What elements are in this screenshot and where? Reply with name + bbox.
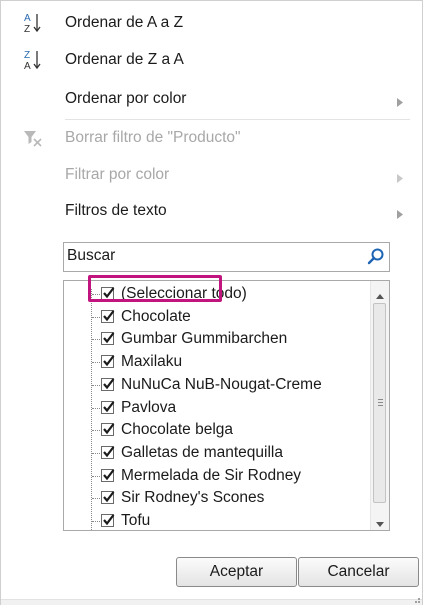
- checkmark-icon: [103, 491, 115, 503]
- item-checkbox[interactable]: [101, 468, 115, 482]
- svg-text:A: A: [24, 13, 31, 24]
- checkmark-icon: [103, 468, 115, 480]
- checkmark-icon: [103, 400, 115, 412]
- list-scrollbar[interactable]: [370, 281, 389, 530]
- list-item-label: Chocolate belga: [121, 421, 234, 439]
- svg-text:Z: Z: [24, 50, 30, 61]
- list-item[interactable]: Gumbar Gummibarchen: [64, 328, 364, 351]
- submenu-arrow-icon: [397, 206, 403, 219]
- sort-z-to-a-label: Ordenar de Z a A: [65, 51, 184, 68]
- checkmark-icon: [103, 423, 115, 435]
- tree-connector: [92, 521, 100, 522]
- filter-by-color-item: Filtrar por color: [1, 157, 422, 193]
- tree-connector: [92, 316, 100, 318]
- filter-values-list: (Seleccionar todo) Chocolate Gumbar Gummib…: [63, 280, 390, 531]
- autofilter-dropdown: A Z Ordenar de A a Z Z A Ordenar de Z a …: [0, 0, 423, 605]
- tree-connector: [92, 339, 100, 341]
- tree-connector: [92, 407, 100, 409]
- scroll-up-arrow-icon[interactable]: [376, 288, 384, 299]
- list-item[interactable]: Galletas de mantequilla: [64, 442, 364, 465]
- clear-filter-label: Borrar filtro de "Producto": [65, 129, 241, 146]
- tree-connector: [92, 498, 100, 500]
- item-checkbox[interactable]: [101, 514, 115, 527]
- item-checkbox[interactable]: [101, 355, 115, 369]
- list-item[interactable]: Chocolate belga: [64, 419, 364, 442]
- list-item[interactable]: Chocolate: [64, 306, 364, 329]
- search-box: [63, 242, 390, 272]
- list-item-label: Sir Rodney's Scones: [121, 489, 265, 507]
- list-item[interactable]: Pavlova: [64, 397, 364, 420]
- clear-filter-item: Borrar filtro de "Producto": [1, 120, 422, 156]
- list-item[interactable]: Maxilaku: [64, 351, 364, 374]
- sort-by-color-label: Ordenar por color: [65, 90, 187, 107]
- scrollbar-grip-icon: [378, 399, 383, 408]
- filter-by-color-label: Filtrar por color: [65, 166, 170, 183]
- sort-descending-icon: Z A: [23, 48, 43, 72]
- item-checkbox[interactable]: [101, 377, 115, 391]
- checkmark-icon: [103, 514, 115, 526]
- text-filters-label: Filtros de texto: [65, 202, 167, 219]
- cancel-button[interactable]: Cancelar: [298, 557, 419, 587]
- list-item[interactable]: Mermelada de Sir Rodney: [64, 465, 364, 488]
- list-item-label: Gumbar Gummibarchen: [121, 330, 288, 348]
- item-checkbox[interactable]: [101, 423, 115, 437]
- tree-connector: [92, 452, 100, 454]
- item-checkbox[interactable]: [101, 445, 115, 459]
- status-strip: [1, 599, 422, 605]
- list-item-label: Maxilaku: [121, 353, 183, 371]
- search-icon[interactable]: [366, 247, 386, 267]
- list-item[interactable]: Tofu: [64, 510, 364, 530]
- tree-connector: [92, 475, 100, 477]
- tree-connector: [92, 430, 100, 432]
- text-filters-item[interactable]: Filtros de texto: [1, 193, 422, 229]
- search-input[interactable]: [67, 245, 347, 267]
- checkmark-icon: [103, 332, 115, 344]
- list-item-label: Galletas de mantequilla: [121, 443, 283, 461]
- tree-connector: [92, 384, 100, 386]
- sort-a-to-z-item[interactable]: A Z Ordenar de A a Z: [1, 5, 422, 41]
- sort-z-to-a-item[interactable]: Z A Ordenar de Z a A: [1, 42, 422, 78]
- checkmark-icon: [103, 310, 115, 321]
- list-item-label: Tofu: [121, 512, 151, 529]
- sort-by-color-item[interactable]: Ordenar por color: [1, 81, 422, 117]
- submenu-arrow-icon: [397, 94, 403, 107]
- checkmark-icon: [103, 355, 115, 367]
- item-checkbox[interactable]: [101, 332, 115, 346]
- item-checkbox[interactable]: [101, 309, 115, 323]
- item-checkbox[interactable]: [101, 400, 115, 414]
- accept-button[interactable]: Aceptar: [176, 557, 297, 587]
- svg-text:Z: Z: [24, 24, 30, 35]
- sort-ascending-icon: A Z: [23, 11, 43, 35]
- list-item-label: Mermelada de Sir Rodney: [121, 466, 302, 484]
- select-all-highlight-box: [88, 275, 222, 302]
- resize-grip-icon[interactable]: [411, 591, 421, 603]
- svg-text:A: A: [24, 61, 31, 72]
- list-item-label: NuNuCa NuB-Nougat-Creme: [121, 375, 322, 393]
- list-item-label: Chocolate: [121, 307, 191, 325]
- checkmark-icon: [103, 446, 115, 458]
- sort-a-to-z-label: Ordenar de A a Z: [65, 14, 184, 31]
- list-item[interactable]: Sir Rodney's Scones: [64, 487, 364, 510]
- scroll-down-arrow-icon[interactable]: [376, 515, 384, 527]
- checkmark-icon: [103, 378, 115, 390]
- submenu-arrow-icon: [397, 170, 403, 183]
- clear-filter-icon: [23, 126, 43, 150]
- tree-connector: [92, 362, 100, 364]
- list-item-label: Pavlova: [121, 398, 177, 416]
- item-checkbox[interactable]: [101, 491, 115, 505]
- scrollbar-thumb[interactable]: [373, 303, 386, 503]
- list-item[interactable]: NuNuCa NuB-Nougat-Creme: [64, 374, 364, 397]
